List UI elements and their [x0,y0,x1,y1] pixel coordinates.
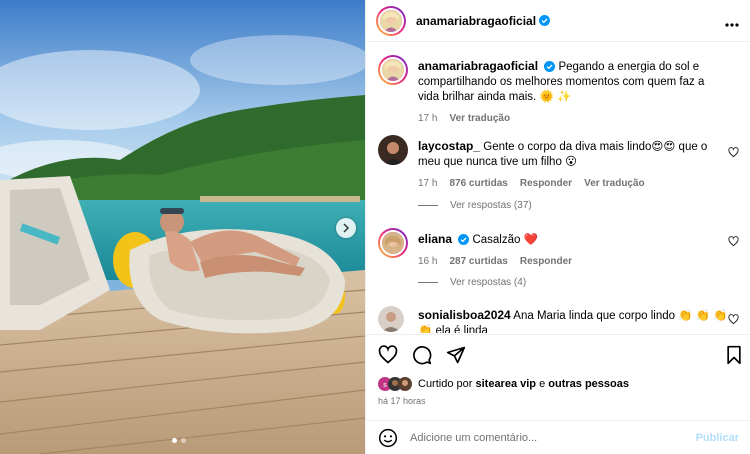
carousel-dot [181,438,186,443]
comment-likes[interactable]: 876 curtidas [449,176,507,191]
chevron-right-icon [343,223,350,233]
verified-icon [539,15,551,26]
heart-icon[interactable] [378,345,398,365]
commenter-avatar[interactable] [378,135,408,165]
add-comment-bar: Adicione um comentário... Publicar [366,420,750,454]
liked-by-user[interactable]: sitearea vip [475,378,536,390]
caption-body: anamariabragaoficial Pegando a energia d… [418,59,728,126]
more-icon [725,23,739,27]
liked-by-avatars[interactable]: s [378,377,412,391]
post-actions: s Curtido por sitearea vip e outras pess… [366,334,750,454]
bookmark-icon[interactable] [725,345,743,365]
reply-button[interactable]: Responder [520,176,572,191]
liker-avatar [398,377,412,391]
carousel-dot [172,438,177,443]
more-options-button[interactable] [725,14,739,32]
comment-time: 17 h [418,178,438,189]
comment-icon[interactable] [412,345,432,365]
post-header: anamariabragaoficial [366,0,750,42]
verified-icon [544,61,556,72]
comment-time: 16 h [418,256,438,267]
like-comment-heart-icon[interactable] [728,236,739,247]
action-icons [378,345,466,365]
commenter-username[interactable]: eliana [418,232,452,246]
next-photo-button[interactable] [336,218,356,238]
like-comment-heart-icon[interactable] [728,147,739,158]
commenter-avatar[interactable] [378,306,404,332]
comment-likes[interactable]: 287 curtidas [449,254,507,269]
translate-link[interactable]: Ver tradução [584,176,645,191]
liked-by-and: e [539,378,546,390]
view-replies-label: Ver respostas (4) [450,277,527,288]
comment-input[interactable]: Adicione um comentário... [410,432,696,444]
comment-body: laycostap_ Gente o corpo da diva mais li… [418,139,728,191]
author-username[interactable]: anamariabragaoficial [416,14,536,28]
caption-translate-link[interactable]: Ver tradução [449,111,510,126]
post-side-panel: anamariabragaoficial anamariabragaoficia… [365,0,750,454]
liked-by-others[interactable]: outras pessoas [548,378,629,390]
comment-meta: 17 h 876 curtidas Responder Ver tradução [418,176,728,191]
like-comment-heart-icon[interactable] [728,314,739,325]
commenter-username[interactable]: laycostap_ [418,139,480,153]
comment-text: Casalzão ❤️ [472,234,538,246]
caption-avatar[interactable] [378,55,408,85]
carousel-dots [172,438,186,443]
post-image [0,0,365,454]
commenter-avatar[interactable] [378,228,408,258]
caption-username[interactable]: anamariabragaoficial [418,59,538,73]
comment-body: sonialisboa2024 Ana Maria linda que corp… [418,308,728,333]
caption-time: 17 h [418,113,438,124]
publish-button[interactable]: Publicar [696,432,739,444]
comments-list[interactable]: anamariabragaoficial Pegando a energia d… [366,43,750,333]
view-replies-link[interactable]: Ver respostas (4) [418,277,526,288]
view-replies-label: Ver respostas (37) [450,200,532,211]
liked-by: s Curtido por sitearea vip e outras pess… [378,377,629,391]
view-replies-link[interactable]: Ver respostas (37) [418,200,532,211]
commenter-username[interactable]: sonialisboa2024 [418,308,511,322]
comment-body: eliana Casalzão ❤️ 16 h 287 curtidas Res… [418,232,728,269]
post-photo[interactable] [0,0,365,454]
emoji-icon[interactable] [378,428,398,448]
reply-button[interactable]: Responder [520,254,572,269]
author-avatar[interactable] [376,5,406,36]
svg-text:s: s [383,381,387,389]
verified-icon [458,234,470,245]
liked-by-prefix: Curtido por [418,378,473,390]
comment-meta: 16 h 287 curtidas Responder [418,254,728,269]
share-icon[interactable] [446,345,466,365]
post-time[interactable]: há 17 horas [378,396,426,406]
caption-meta: 17 h Ver tradução [418,111,728,126]
